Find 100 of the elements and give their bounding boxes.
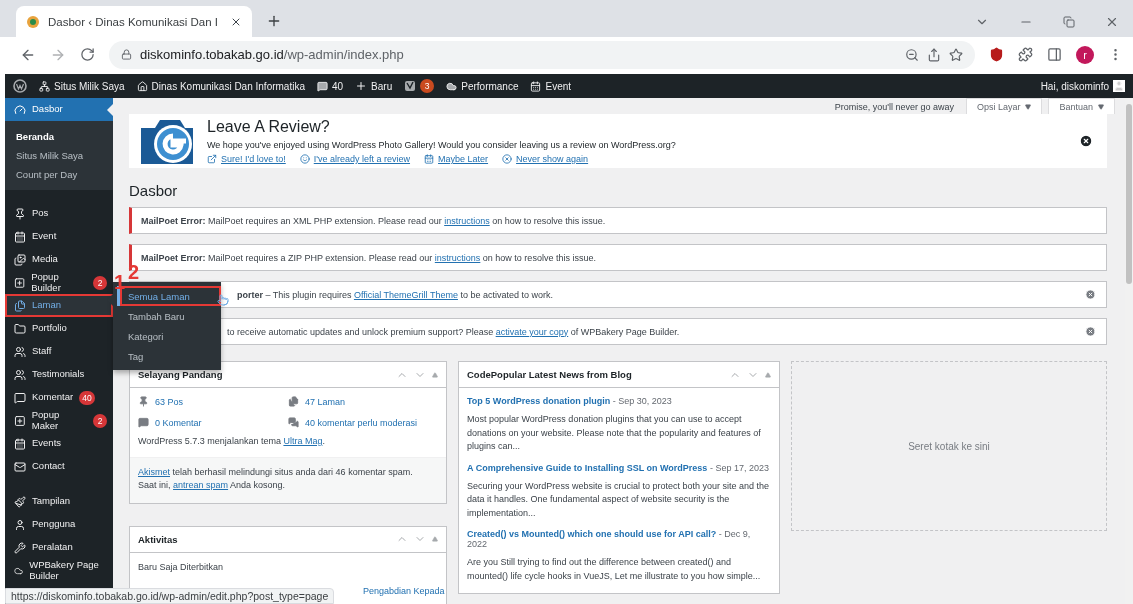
tagline-text: Promise, you'll never go away <box>833 102 955 114</box>
menu-item[interactable]: Pengguna <box>5 513 113 536</box>
reload-icon[interactable] <box>80 47 95 62</box>
collapse-icon[interactable] <box>432 371 438 378</box>
menu-item[interactable]: Dasbor <box>5 98 113 121</box>
review-link[interactable]: Sure! I'd love to! <box>207 154 286 164</box>
wordpress-logo[interactable] <box>13 79 27 93</box>
seo-plugin-icon <box>404 80 417 92</box>
mail-icon <box>14 460 26 473</box>
url-text: diskominfo.tobakab.go.id/wp-admin/index.php <box>140 47 405 62</box>
menu-item[interactable]: Popup Maker 2 <box>5 409 113 432</box>
lock-icon <box>121 49 132 60</box>
home-icon <box>136 80 148 92</box>
menu-item[interactable]: Pos <box>5 202 113 225</box>
collapse-icon[interactable] <box>432 536 438 542</box>
spam-text: Akismet telah berhasil melindungi situs anda dari 46 komentar spam. <box>138 465 414 479</box>
text-link[interactable]: antrean spam <box>173 480 229 490</box>
help-tab[interactable]: Bantuan <box>1048 98 1115 114</box>
review-link[interactable]: Maybe Later <box>424 154 489 164</box>
menu-item[interactable]: Popup Builder 2 <box>5 271 113 294</box>
menu-item[interactable]: Events <box>5 432 113 455</box>
address-field[interactable]: diskominfo.tobakab.go.id/wp-admin/index.php <box>109 40 975 69</box>
news-link[interactable]: Created() vs Mounted() which one should use for API call? <box>467 529 717 539</box>
section-heading: Baru Saja Diterbitkan <box>138 560 225 574</box>
shield-extension-icon[interactable] <box>989 47 1004 62</box>
news-excerpt: Securing your WordPress website is crucial to protect both your site and the data it handles. One fundamental aspect of website security is the implementation... <box>467 479 770 520</box>
menu-item[interactable]: Media <box>5 248 113 271</box>
calendar-icon <box>14 230 26 243</box>
extensions-icon[interactable] <box>1018 47 1033 62</box>
folder-icon <box>14 322 26 335</box>
text-link[interactable]: Akismet <box>138 466 170 477</box>
menu-item[interactable]: Contact <box>5 455 113 478</box>
menu-item[interactable]: Peralatan <box>5 536 113 559</box>
page-title: Dasbor <box>129 182 179 199</box>
notice-text: MailPoet Error: MailPoet requires an XML PHP extension. Please read our instructions on how to resolve this issue. <box>141 215 607 226</box>
menu-item[interactable]: Tampilan <box>5 490 113 513</box>
zoom-icon[interactable] <box>905 47 919 62</box>
news-excerpt: Most popular WordPress donation plugins that you can use to accept donations on your website. Please note that the popularity and features of plugins can... <box>467 413 762 453</box>
home-link[interactable]: Dinas Komunikasi Dan Informatika <box>136 80 305 92</box>
calendar-icon <box>530 80 542 92</box>
text-link[interactable]: Official ThemeGrill Theme <box>353 289 458 300</box>
side-panel-icon[interactable] <box>1047 47 1062 62</box>
site-link[interactable]: Situs Milik Saya <box>39 80 125 92</box>
text-link[interactable]: instructions <box>434 252 481 263</box>
seo-link[interactable]: 3 <box>404 79 435 93</box>
count-badge: 2 <box>93 275 107 290</box>
cloud-icon <box>446 80 458 92</box>
menu-item[interactable]: Komentar 40 <box>5 386 113 409</box>
menu-item[interactable]: Staff <box>5 340 113 363</box>
news-link[interactable]: A Comprehensive Guide to Installing SSL on WordPress <box>467 462 708 473</box>
dismiss-icon[interactable] <box>1085 289 1096 300</box>
stat-link[interactable]: 47 Laman <box>288 396 438 407</box>
restore-icon[interactable] <box>1063 15 1075 28</box>
news-link[interactable]: Top 5 WordPress donation plugin <box>467 396 611 406</box>
smile-icon <box>299 154 310 164</box>
stat-link[interactable]: 40 komentar perlu moderasi <box>288 417 438 428</box>
notice-text: porter – This plugin requires Official ThemeGrill Theme to be activated to work. <box>237 289 554 300</box>
profile-avatar[interactable]: r <box>1076 45 1094 64</box>
widget-title: Aktivitas <box>138 533 179 545</box>
caret-icon <box>1025 103 1032 110</box>
submenu-item[interactable]: Tag <box>117 346 221 366</box>
submenu-item[interactable]: Tambah Baru <box>117 306 221 326</box>
text-link[interactable]: activate your copy <box>495 326 569 337</box>
review-link[interactable]: I've already left a review <box>299 154 411 164</box>
dismiss-icon[interactable] <box>1085 326 1096 337</box>
submenu-item[interactable]: Situs Milik Saya <box>5 146 113 165</box>
stat-link[interactable]: 0 Komentar <box>138 417 288 428</box>
new-tab-icon[interactable] <box>266 13 282 29</box>
close-icon[interactable] <box>1079 134 1093 148</box>
pages-icon <box>14 299 26 312</box>
collapse-icon[interactable] <box>765 371 771 378</box>
stat-link[interactable]: 63 Pos <box>138 396 288 407</box>
menu-item[interactable]: Portfolio <box>5 317 113 340</box>
comments-link[interactable]: 40 <box>317 80 344 92</box>
submenu-item[interactable]: Count per Day <box>5 165 113 184</box>
menu-item[interactable]: Event <box>5 225 113 248</box>
submenu-item[interactable]: Kategori <box>117 326 221 346</box>
bookmark-star-icon[interactable] <box>949 47 963 62</box>
user-icon <box>14 518 26 531</box>
pin-icon <box>138 396 149 407</box>
comment-icon <box>138 417 149 428</box>
event-link[interactable]: Event <box>530 80 572 92</box>
share-icon[interactable] <box>927 47 941 62</box>
browser-tab[interactable]: Dasbor ‹ Dinas Komunikasi Dan I <box>16 6 252 37</box>
text-link[interactable]: instructions <box>444 215 490 226</box>
review-link[interactable]: Never show again <box>502 154 589 164</box>
status-url: https://diskominfo.tobakab.go.id/wp-admin/edit.php?post_type=page <box>5 588 335 604</box>
post-link[interactable]: Pengabdian Kepada <box>363 586 445 596</box>
performance-link[interactable]: Performance <box>446 80 519 92</box>
dashboard-icon <box>14 103 26 116</box>
submenu-item[interactable]: Beranda <box>5 127 113 146</box>
plus-icon <box>355 80 368 92</box>
menu-item[interactable]: WPBakery Page Builder <box>5 559 113 582</box>
new-link[interactable]: Baru <box>355 80 393 92</box>
screen-options-tab[interactable]: Opsi Layar <box>965 98 1043 114</box>
account-link[interactable]: Hai, diskominfo <box>1040 80 1125 92</box>
external-link-icon <box>207 154 217 164</box>
pages-icon <box>288 396 299 407</box>
drop-zone-text: Seret kotak ke sini <box>908 440 990 452</box>
menu-item[interactable]: Testimonials <box>5 363 113 386</box>
